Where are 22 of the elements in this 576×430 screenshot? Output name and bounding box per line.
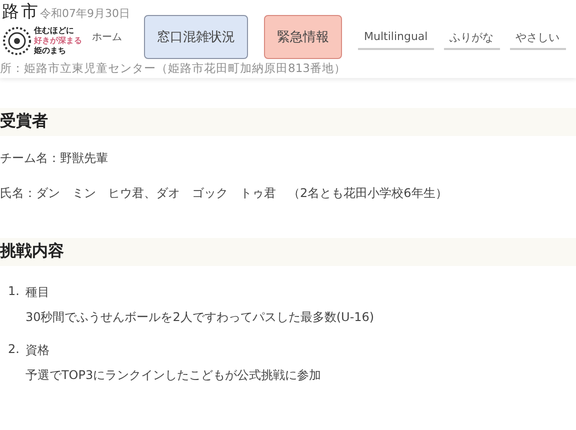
language-link[interactable]: ふりがな bbox=[444, 28, 500, 50]
logo-title[interactable]: 路市 bbox=[2, 2, 40, 22]
item-detail: 30秒間でふうせんボールを2人ですわってパスした最多数(U-16) bbox=[25, 309, 374, 326]
language-link[interactable]: Multilingual bbox=[358, 28, 434, 50]
body-text: 氏名：ダン ミン ヒウ君、ダオ ゴック トゥ君 （2名とも花田小学校6年生） bbox=[0, 185, 448, 202]
section-heading: 受賞者 bbox=[0, 108, 576, 136]
slogan-text: 住むほどに bbox=[34, 26, 75, 36]
date-text: 令和07年9月30日 bbox=[40, 8, 130, 20]
slogan-text: 姫のまち bbox=[34, 46, 67, 56]
emergency-button[interactable]: 緊急情報 bbox=[264, 15, 342, 59]
home-link[interactable]: ホーム bbox=[92, 30, 122, 44]
emblem-icon bbox=[2, 26, 32, 56]
item-number: 1. bbox=[8, 284, 20, 300]
item-number: 2. bbox=[8, 342, 20, 358]
language-link[interactable]: やさしい bbox=[510, 28, 566, 50]
venue-text: 所：姫路市立東児童センター（姫路市花田町加納原田813番地） bbox=[0, 62, 346, 75]
body-text: チーム名：野獣先輩 bbox=[0, 150, 109, 167]
congestion-button[interactable]: 窓口混雑状況 bbox=[144, 15, 248, 59]
slogan-text: 好きが深まる bbox=[34, 36, 82, 46]
item-detail: 予選でTOP3にランクインしたこどもが公式挑戦に参加 bbox=[25, 367, 322, 384]
item-title: 資格 bbox=[25, 342, 50, 359]
item-title: 種目 bbox=[25, 284, 50, 301]
